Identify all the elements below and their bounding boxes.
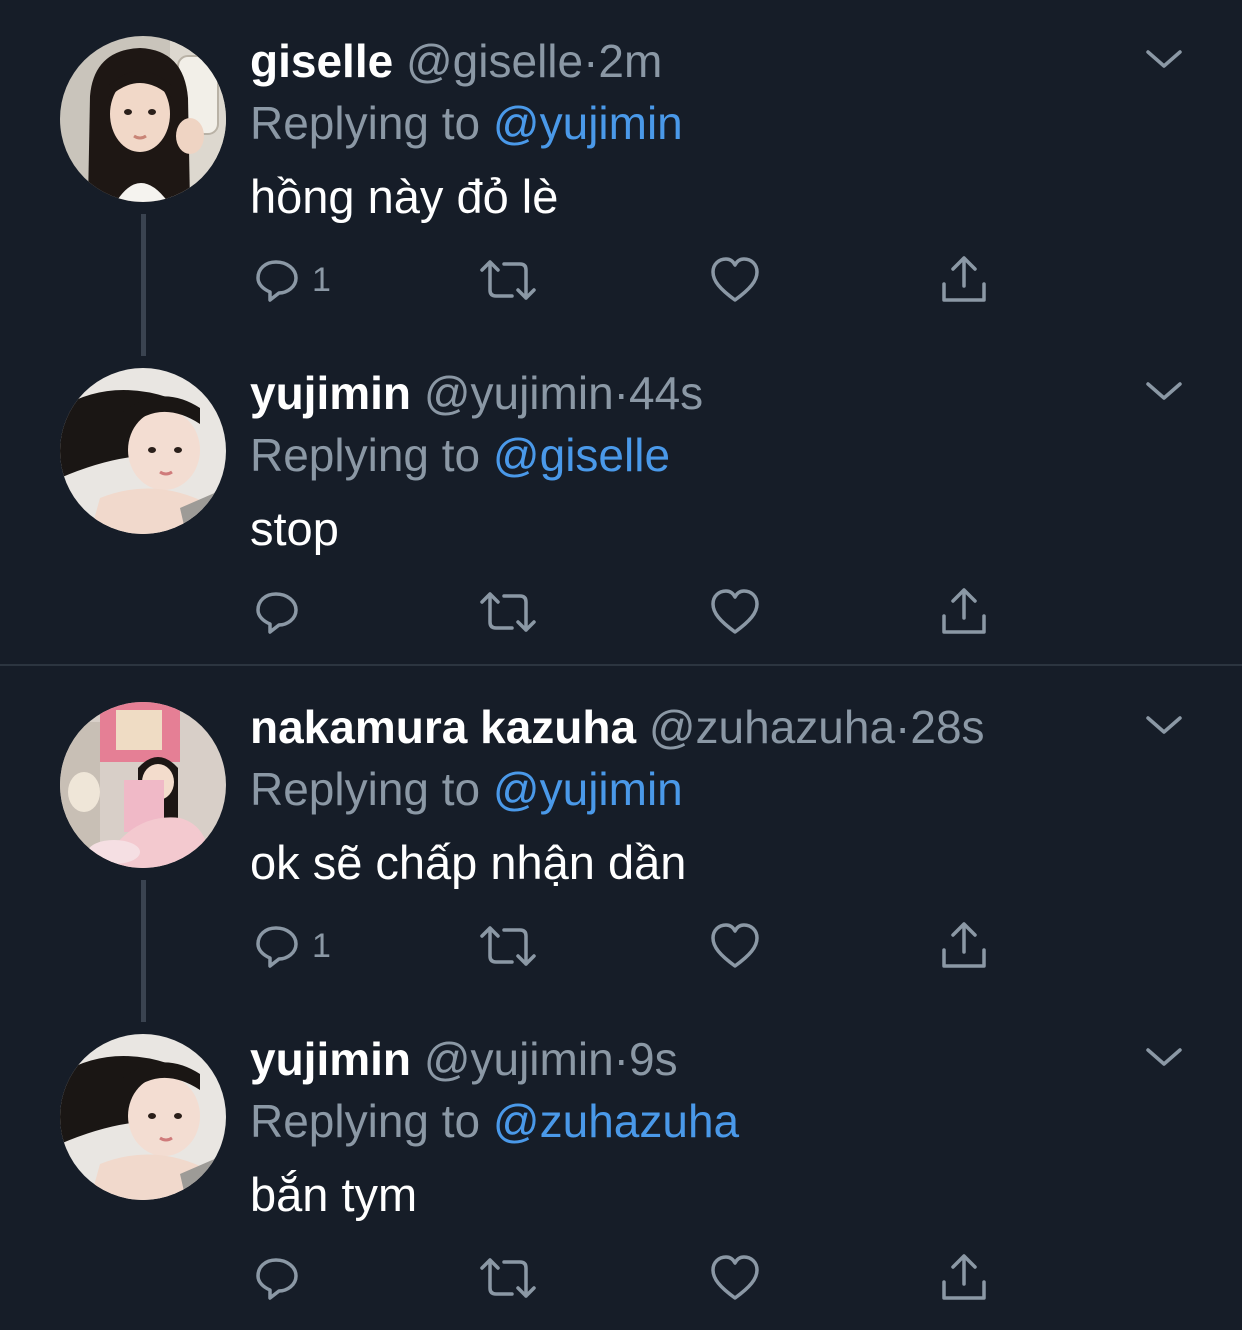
like-icon [711, 1255, 759, 1300]
avatar[interactable] [60, 36, 226, 202]
handle[interactable]: @zuhazuha [649, 701, 895, 753]
reply-button[interactable]: 1 [254, 252, 331, 308]
share-button[interactable] [940, 1250, 988, 1306]
replying-to: Replying to @yujimin [250, 96, 683, 150]
timestamp[interactable]: 44s [629, 367, 703, 419]
display-name[interactable]: nakamura kazuha [250, 701, 636, 753]
reply-mention[interactable]: @yujimin [493, 97, 683, 149]
reply-icon [256, 926, 298, 968]
retweet-icon [480, 260, 536, 300]
timestamp[interactable]: 28s [910, 701, 984, 753]
reply-button[interactable] [254, 1250, 312, 1306]
share-icon [942, 588, 986, 634]
retweet-icon [480, 926, 536, 966]
like-button[interactable] [710, 252, 760, 308]
action-bar: 1 [254, 918, 1014, 974]
share-button[interactable] [940, 252, 988, 308]
separator-dot: · [583, 35, 599, 87]
reply-icon [256, 1258, 298, 1300]
reply-mention[interactable]: @zuhazuha [493, 1095, 739, 1147]
like-icon [711, 257, 759, 302]
reply-count: 1 [312, 927, 331, 965]
display-name[interactable]: yujimin [250, 1033, 411, 1085]
avatar[interactable] [60, 702, 226, 868]
reply-button[interactable]: 1 [254, 918, 331, 974]
replying-label: Replying to [250, 763, 481, 815]
chevron-down-icon[interactable] [1142, 710, 1186, 740]
avatar-photo [60, 1034, 226, 1200]
share-icon [942, 1254, 986, 1300]
tweet-header: giselle @giselle·2m [250, 34, 662, 88]
like-button[interactable] [710, 1250, 760, 1306]
action-bar: 1 [254, 252, 1014, 308]
avatar-photo [60, 368, 226, 534]
replying-to: Replying to @yujimin [250, 762, 683, 816]
handle[interactable]: @yujimin [424, 367, 614, 419]
separator-dot: · [895, 701, 911, 753]
retweet-button[interactable] [478, 918, 538, 974]
retweet-icon [480, 592, 536, 632]
tweet-header: yujimin @yujimin·44s [250, 366, 703, 420]
action-bar [254, 1250, 1014, 1306]
handle[interactable]: @yujimin [424, 1033, 614, 1085]
retweet-button[interactable] [478, 252, 538, 308]
replying-to: Replying to @giselle [250, 428, 670, 482]
share-icon [942, 922, 986, 968]
like-icon [711, 923, 759, 968]
like-button[interactable] [710, 584, 760, 640]
chevron-down-icon[interactable] [1142, 1042, 1186, 1072]
reply-count: 1 [312, 261, 331, 299]
action-bar [254, 584, 1014, 640]
handle[interactable]: @giselle [406, 35, 583, 87]
share-icon [942, 256, 986, 302]
avatar-photo [60, 702, 226, 868]
reply-button[interactable] [254, 584, 312, 640]
tweet-text: ok sẽ chấp nhận dần [250, 836, 687, 889]
timestamp[interactable]: 9s [629, 1033, 678, 1085]
separator-dot: · [613, 367, 629, 419]
reply-icon [256, 592, 298, 634]
like-icon [711, 589, 759, 634]
retweet-icon [480, 1258, 536, 1298]
replying-label: Replying to [250, 1095, 481, 1147]
timestamp[interactable]: 2m [598, 35, 662, 87]
share-button[interactable] [940, 918, 988, 974]
tweet-text: hồng này đỏ lè [250, 170, 559, 223]
like-button[interactable] [710, 918, 760, 974]
avatar[interactable] [60, 1034, 226, 1200]
tweet[interactable]: nakamura kazuha @zuhazuha·28s Replying t… [0, 666, 1242, 1022]
avatar[interactable] [60, 368, 226, 534]
retweet-button[interactable] [478, 1250, 538, 1306]
avatar-photo [60, 36, 226, 202]
tweet[interactable]: yujimin @yujimin·9s Replying to @zuhazuh… [0, 998, 1242, 1330]
replying-label: Replying to [250, 429, 481, 481]
separator-dot: · [613, 1033, 629, 1085]
display-name[interactable]: giselle [250, 35, 393, 87]
tweet[interactable]: yujimin @yujimin·44s Replying to @gisell… [0, 332, 1242, 664]
tweet-header: yujimin @yujimin·9s [250, 1032, 678, 1086]
share-button[interactable] [940, 584, 988, 640]
reply-mention[interactable]: @yujimin [493, 763, 683, 815]
tweet-header: nakamura kazuha @zuhazuha·28s [250, 700, 985, 754]
reply-mention[interactable]: @giselle [493, 429, 670, 481]
replying-to: Replying to @zuhazuha [250, 1094, 739, 1148]
tweet-text: bắn tym [250, 1168, 418, 1221]
chevron-down-icon[interactable] [1142, 376, 1186, 406]
retweet-button[interactable] [478, 584, 538, 640]
reply-icon [256, 260, 298, 302]
tweet-text: stop [250, 502, 339, 555]
display-name[interactable]: yujimin [250, 367, 411, 419]
tweet[interactable]: giselle @giselle·2m Replying to @yujimin… [0, 0, 1242, 356]
replying-label: Replying to [250, 97, 481, 149]
chevron-down-icon[interactable] [1142, 44, 1186, 74]
